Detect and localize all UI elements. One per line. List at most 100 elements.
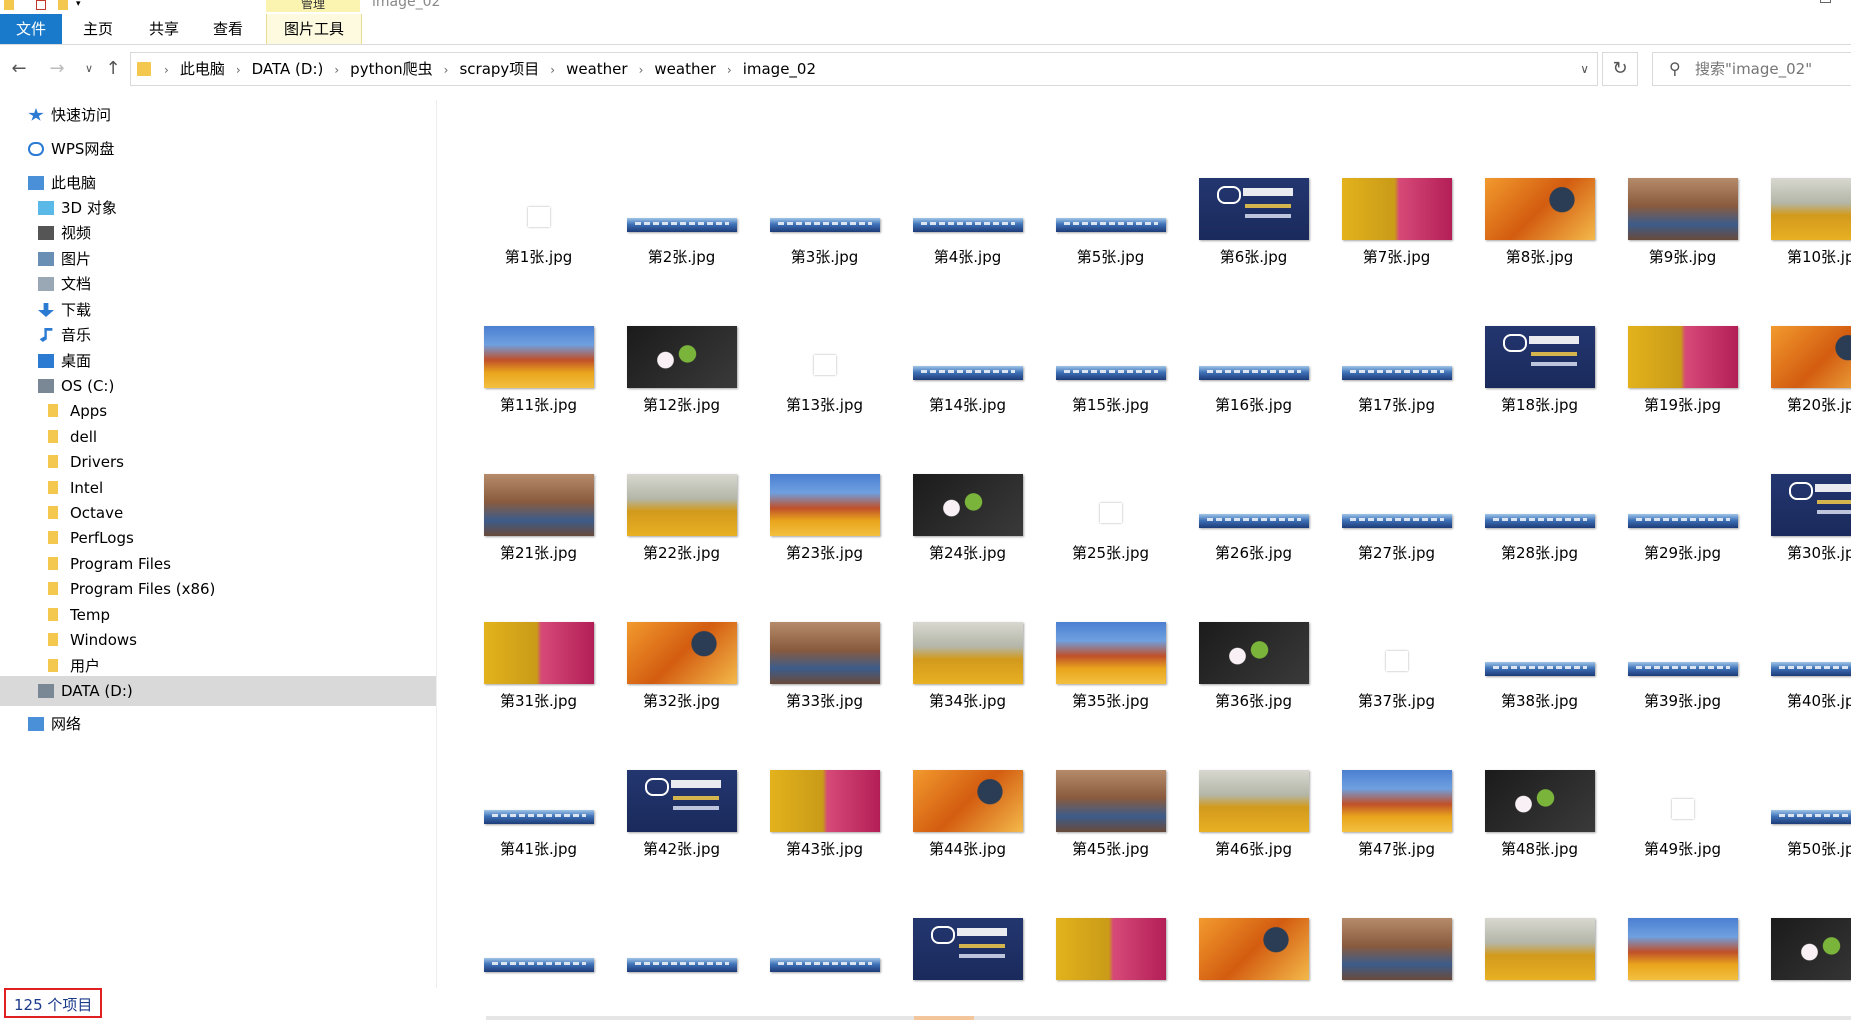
file-item[interactable]: 第53张.jpg xyxy=(753,892,896,988)
horizontal-scrollbar[interactable] xyxy=(486,1016,1851,1020)
new-folder-icon[interactable] xyxy=(58,0,68,10)
chevron-right-icon[interactable]: › xyxy=(727,54,732,86)
file-item[interactable]: 第40张.jpg xyxy=(1754,596,1851,710)
chevron-down-icon[interactable]: ▾ xyxy=(76,0,86,10)
file-item[interactable]: 第41张.jpg xyxy=(467,744,610,858)
properties-icon[interactable] xyxy=(36,0,46,10)
file-item[interactable]: 第24张.jpg xyxy=(896,448,1039,562)
file-item[interactable]: 第1张.jpg xyxy=(467,152,610,266)
refresh-icon[interactable]: ↻ xyxy=(1602,52,1638,86)
chevron-right-icon[interactable]: › xyxy=(164,54,169,86)
tab-home[interactable]: 主页 xyxy=(72,14,124,44)
recent-locations-chevron-icon[interactable]: ∨ xyxy=(76,56,102,82)
file-item[interactable]: 第52张.jpg xyxy=(610,892,753,988)
search-box[interactable]: ⚲ xyxy=(1652,52,1851,86)
file-item[interactable]: 第14张.jpg xyxy=(896,300,1039,414)
file-item[interactable]: 第59张.jpg xyxy=(1611,892,1754,988)
file-item[interactable]: 第13张.jpg xyxy=(753,300,896,414)
chevron-right-icon[interactable]: › xyxy=(334,54,339,86)
file-item[interactable]: 第57张.jpg xyxy=(1325,892,1468,988)
file-item[interactable]: 第31张.jpg xyxy=(467,596,610,710)
breadcrumb-item[interactable]: weather xyxy=(566,53,627,85)
chevron-right-icon[interactable]: › xyxy=(639,54,644,86)
breadcrumb-item[interactable]: DATA (D:) xyxy=(252,53,324,85)
tab-share[interactable]: 共享 xyxy=(138,14,190,44)
file-item[interactable]: 第39张.jpg xyxy=(1611,596,1754,710)
file-item[interactable]: 第18张.jpg xyxy=(1468,300,1611,414)
nav-item[interactable]: 网络 xyxy=(0,709,436,739)
file-item[interactable]: 第8张.jpg xyxy=(1468,152,1611,266)
file-item[interactable]: 第56张.jpg xyxy=(1182,892,1325,988)
nav-item[interactable]: 快速访问 xyxy=(0,100,436,130)
address-bar[interactable]: › 此电脑 › DATA (D:) › python爬虫 › scrapy项目 › weather… xyxy=(130,52,1598,86)
file-item[interactable]: 第9张.jpg xyxy=(1611,152,1754,266)
file-item[interactable]: 第37张.jpg xyxy=(1325,596,1468,710)
file-item[interactable]: 第20张.jpg xyxy=(1754,300,1851,414)
file-item[interactable]: 第11张.jpg xyxy=(467,300,610,414)
file-item[interactable]: 第36张.jpg xyxy=(1182,596,1325,710)
file-item[interactable]: 第48张.jpg xyxy=(1468,744,1611,858)
breadcrumb-item[interactable]: image_02 xyxy=(743,53,816,85)
search-input[interactable] xyxy=(1695,53,1845,85)
file-item[interactable]: 第4张.jpg xyxy=(896,152,1039,266)
file-item[interactable]: 第29张.jpg xyxy=(1611,448,1754,562)
maximize-icon[interactable] xyxy=(1820,0,1831,3)
file-item[interactable]: 第50张.jpg xyxy=(1754,744,1851,858)
file-item[interactable]: 第28张.jpg xyxy=(1468,448,1611,562)
file-item[interactable]: 第19张.jpg xyxy=(1611,300,1754,414)
file-item[interactable]: 第44张.jpg xyxy=(896,744,1039,858)
file-item[interactable]: 第5张.jpg xyxy=(1039,152,1182,266)
chevron-right-icon[interactable]: › xyxy=(236,54,241,86)
file-item[interactable]: 第25张.jpg xyxy=(1039,448,1182,562)
file-item[interactable]: 第21张.jpg xyxy=(467,448,610,562)
file-item[interactable]: 第12张.jpg xyxy=(610,300,753,414)
file-thumbnail xyxy=(1627,178,1738,240)
file-item[interactable]: 第51张.jpg xyxy=(467,892,610,988)
file-item[interactable]: 第35张.jpg xyxy=(1039,596,1182,710)
file-item[interactable]: 第2张.jpg xyxy=(610,152,753,266)
file-item[interactable]: 第55张.jpg xyxy=(1039,892,1182,988)
breadcrumb-item[interactable]: 此电脑 xyxy=(180,53,225,85)
scrollbar-thumb[interactable] xyxy=(914,1016,974,1020)
file-item[interactable]: 第42张.jpg xyxy=(610,744,753,858)
file-item[interactable]: 第45张.jpg xyxy=(1039,744,1182,858)
tab-file[interactable]: 文件 xyxy=(0,14,62,44)
file-item[interactable]: 第3张.jpg xyxy=(753,152,896,266)
chevron-right-icon[interactable]: › xyxy=(444,54,449,86)
file-item[interactable]: 第6张.jpg xyxy=(1182,152,1325,266)
file-item[interactable]: 第54张.jpg xyxy=(896,892,1039,988)
file-item[interactable]: 第22张.jpg xyxy=(610,448,753,562)
file-item[interactable]: 第43张.jpg xyxy=(753,744,896,858)
nav-item[interactable]: WPS网盘 xyxy=(0,134,436,164)
breadcrumb-item[interactable]: python爬虫 xyxy=(350,53,432,85)
breadcrumb-item[interactable]: weather xyxy=(654,53,715,85)
file-item[interactable]: 第58张.jpg xyxy=(1468,892,1611,988)
file-item[interactable]: 第17张.jpg xyxy=(1325,300,1468,414)
file-item[interactable]: 第23张.jpg xyxy=(753,448,896,562)
file-item[interactable]: 第26张.jpg xyxy=(1182,448,1325,562)
folder-icon[interactable] xyxy=(4,0,14,10)
forward-arrow-icon[interactable]: → xyxy=(44,56,70,82)
file-item[interactable]: 第46张.jpg xyxy=(1182,744,1325,858)
back-arrow-icon[interactable]: ← xyxy=(6,56,32,82)
nav-item[interactable]: DATA (D:) xyxy=(0,676,436,706)
tab-picture-tools[interactable]: 图片工具 xyxy=(266,14,362,44)
file-item[interactable]: 第38张.jpg xyxy=(1468,596,1611,710)
up-arrow-icon[interactable]: ↑ xyxy=(100,56,126,82)
file-item[interactable]: 第32张.jpg xyxy=(610,596,753,710)
file-item[interactable]: 第7张.jpg xyxy=(1325,152,1468,266)
file-item[interactable]: 第16张.jpg xyxy=(1182,300,1325,414)
file-item[interactable]: 第27张.jpg xyxy=(1325,448,1468,562)
breadcrumb-item[interactable]: scrapy项目 xyxy=(459,53,539,85)
file-item[interactable]: 第47张.jpg xyxy=(1325,744,1468,858)
address-dropdown-icon[interactable]: ∨ xyxy=(1580,53,1589,85)
file-item[interactable]: 第49张.jpg xyxy=(1611,744,1754,858)
chevron-right-icon[interactable]: › xyxy=(550,54,555,86)
file-item[interactable]: 第60张.jpg xyxy=(1754,892,1851,988)
file-item[interactable]: 第15张.jpg xyxy=(1039,300,1182,414)
file-item[interactable]: 第30张.jpg xyxy=(1754,448,1851,562)
file-item[interactable]: 第34张.jpg xyxy=(896,596,1039,710)
file-item[interactable]: 第33张.jpg xyxy=(753,596,896,710)
file-item[interactable]: 第10张.jpg xyxy=(1754,152,1851,266)
tab-view[interactable]: 查看 xyxy=(202,14,254,44)
